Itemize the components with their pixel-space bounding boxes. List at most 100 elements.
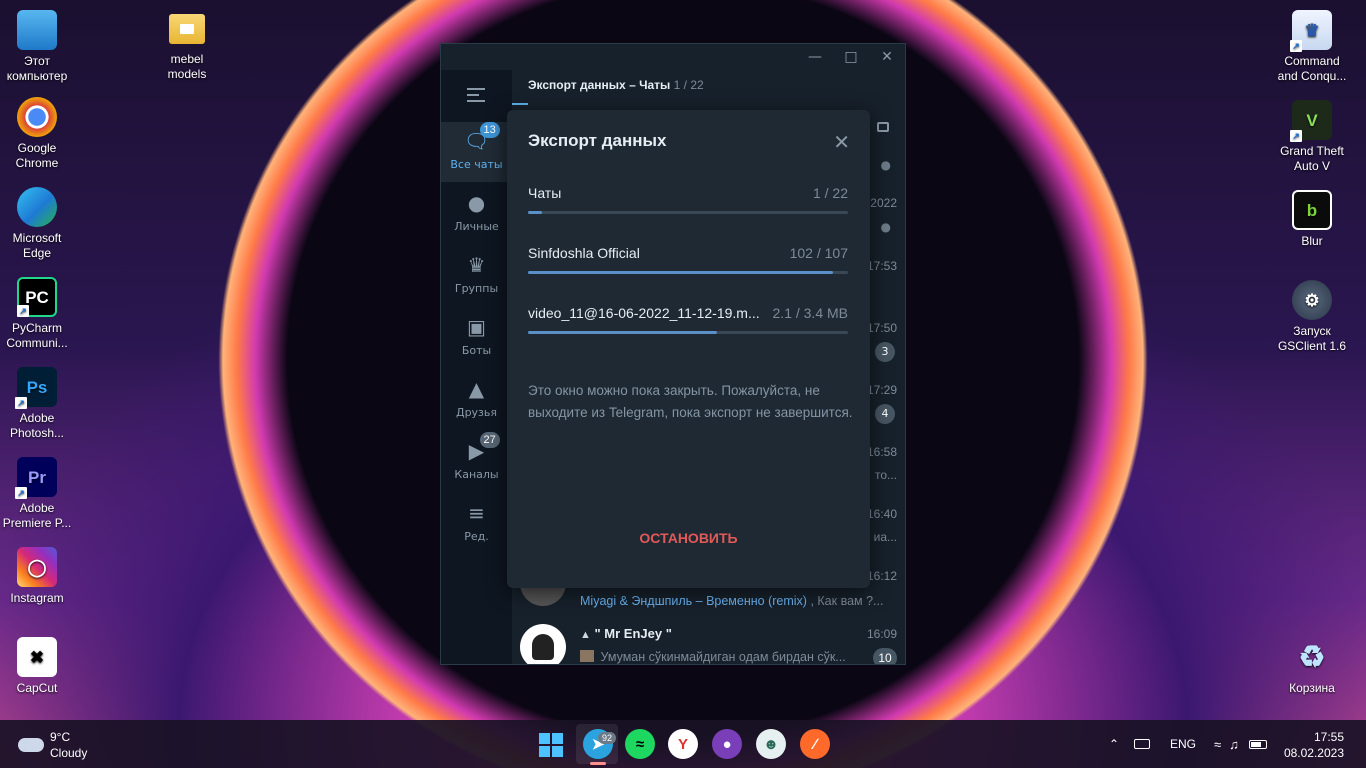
desktop-icon-monitor[interactable]: Этот компьютер	[0, 10, 74, 84]
menu-icon[interactable]	[467, 88, 485, 102]
folder-tab-4[interactable]: ▣ Боты	[441, 308, 512, 368]
desktop-icon-pycharm[interactable]: PC ↗ PyCharm Communi...	[0, 277, 74, 351]
minimize-button[interactable]: —	[797, 44, 833, 70]
command-conquer-icon: ♛ ↗	[1290, 10, 1332, 52]
chat-row-mr-enjey[interactable]: ▲ " Mr EnJey " 16:09 Умуман сўкинмайдига…	[512, 622, 905, 664]
chat-time: 2022	[870, 196, 897, 210]
keyboard-icon[interactable]	[1134, 739, 1150, 749]
spotify-icon[interactable]: ≈	[625, 729, 655, 759]
breadcrumb-title: Экспорт данных – Чаты	[528, 78, 671, 92]
export-breadcrumb[interactable]: Экспорт данных – Чаты 1 / 22	[528, 78, 704, 92]
progress-chats: Чаты 1 / 22	[528, 185, 848, 215]
shortcut-arrow-icon: ↗	[15, 487, 27, 499]
active-indicator	[590, 762, 606, 765]
desktop-icon-recycle-bin[interactable]: ♻ Корзина	[1275, 637, 1349, 696]
taskbar: 9°C Cloudy ➤ 92 ≈ Y ● ☻ ∕ ⌃ ENG ≈ ♫ 17:5…	[0, 720, 1366, 768]
dialog-title: Экспорт данных	[528, 131, 667, 150]
yandex-browser-icon[interactable]: Y	[668, 729, 698, 759]
progress-track	[528, 331, 848, 334]
chat-preview-text: Умуман сўкинмайдиган одам бирдан сўк...	[600, 650, 846, 664]
folders-rail: 🗨 13 Все чаты ● Личные ♛ Группы ▣ Боты ▲ Друзья ▶ 27…	[441, 70, 512, 664]
stop-button[interactable]: ОСТАНОВИТЬ	[507, 530, 870, 546]
bot-icon: ▣	[467, 315, 486, 339]
sliders-icon: ≡	[468, 501, 485, 525]
folder-tab-1[interactable]: 🗨 13 Все чаты	[441, 122, 512, 182]
clock[interactable]: 17:55 08.02.2023	[1284, 729, 1344, 761]
github-desktop-icon[interactable]: ●	[712, 729, 742, 759]
windows-start-icon[interactable]	[539, 733, 563, 757]
desktop-icon-gta[interactable]: V ↗ Grand Theft Auto V	[1275, 100, 1349, 174]
folder-tab-2[interactable]: ● Личные	[441, 184, 512, 244]
desktop-icon-photoshop[interactable]: Ps ↗ Adobe Photosh...	[0, 367, 74, 441]
maximize-button[interactable]: □	[833, 44, 869, 70]
language-indicator[interactable]: ENG	[1170, 737, 1196, 751]
desktop-icon-label: Instagram	[10, 591, 64, 605]
desktop-icon-capcut[interactable]: ✖ CapCut	[0, 637, 74, 696]
desktop-icon-premiere[interactable]: Pr ↗ Adobe Premiere P...	[0, 457, 74, 531]
folder-tab-label: Ред.	[464, 530, 489, 543]
folder-tab-label: Личные	[454, 220, 499, 233]
shortcut-arrow-icon: ↗	[1290, 130, 1302, 142]
lock-icon[interactable]	[877, 122, 889, 132]
crown-icon: ♛	[467, 253, 486, 277]
progress-fill	[528, 211, 543, 214]
unread-badge: 10	[873, 648, 897, 664]
cloud-icon	[18, 738, 44, 752]
close-window-button[interactable]: ✕	[869, 44, 905, 70]
desktop-icon-label: Корзина	[1289, 681, 1335, 695]
chat-snippet: то...	[874, 468, 897, 482]
progress-track	[528, 211, 848, 214]
chat-preview-text: , Как вам ?...	[810, 594, 884, 608]
desktop-icon-label: Google Chrome	[15, 141, 59, 170]
weather-temp: 9°C	[50, 730, 71, 744]
progress-value: 1 / 22	[812, 185, 848, 201]
folder-unread-badge: 27	[479, 432, 500, 448]
chat-time: 17:50	[866, 321, 897, 335]
blur-icon: b	[1292, 190, 1332, 230]
volume-icon[interactable]: ♫	[1229, 737, 1239, 752]
clock-date: 08.02.2023	[1283, 746, 1344, 760]
window-titlebar: — □ ✕	[441, 44, 905, 70]
weather-desc: Cloudy	[50, 746, 88, 760]
desktop-icon-label: Запуск GSClient 1.6	[1277, 324, 1347, 353]
pin-icon: ●	[880, 158, 891, 172]
shortcut-arrow-icon: ↗	[1290, 40, 1302, 52]
progress-file: video_11@16-06-2022_11-12-19.m... 2.1 / …	[528, 305, 848, 335]
desktop-icon-edge[interactable]: Microsoft Edge	[0, 187, 74, 261]
pin-icon: ●	[880, 220, 891, 234]
desktop-icon-label: Command and Conqu...	[1277, 54, 1347, 83]
desktop-icon-blur[interactable]: b Blur	[1275, 190, 1349, 249]
dialog-note: Это окно можно пока закрыть. Пожалуйста,…	[528, 383, 853, 420]
chat-time: 17:53	[866, 259, 897, 273]
desktop-icon-gsclient[interactable]: ⚙ Запуск GSClient 1.6	[1275, 280, 1349, 354]
desktop-icon-chrome[interactable]: Google Chrome	[0, 97, 74, 171]
desktop-icon-mebel-models[interactable]: mebel models	[150, 10, 224, 82]
chat-time: 17:29	[866, 383, 897, 397]
battery-icon[interactable]	[1248, 739, 1267, 749]
compass-app-icon[interactable]: ∕	[800, 729, 830, 759]
gsclient-icon[interactable]: ☻	[756, 729, 786, 759]
gsclient-icon: ⚙	[1292, 280, 1332, 320]
capcut-icon: ✖	[17, 637, 57, 677]
progress-value: 2.1 / 3.4 MB	[772, 305, 848, 321]
desktop-icon-label: mebel models	[167, 52, 207, 81]
wifi-icon[interactable]: ≈	[1214, 737, 1221, 752]
graduation-cap-icon: ▲	[468, 377, 485, 401]
megaphone-icon: ▲	[580, 629, 591, 641]
desktop-icon-label: Grand Theft Auto V	[1280, 144, 1344, 173]
desktop-icon-instagram[interactable]: ◯ Instagram	[0, 547, 74, 606]
folder-tab-6[interactable]: ▶ 27 Каналы	[441, 432, 512, 492]
progress-chat-current: Sinfdoshla Official 102 / 107	[528, 245, 848, 275]
desktop-icon-label: Adobe Photosh...	[9, 411, 65, 440]
folder-tab-7[interactable]: ≡ Ред.	[441, 494, 512, 554]
close-icon[interactable]: ✕	[833, 130, 850, 154]
desktop-icon-command-conquer[interactable]: ♛ ↗ Command and Conqu...	[1275, 10, 1349, 84]
desktop-icon-label: Adobe Premiere P...	[2, 501, 72, 530]
chevron-up-icon[interactable]: ⌃	[1104, 737, 1124, 751]
folder-tab-3[interactable]: ♛ Группы	[441, 246, 512, 306]
folder-tab-5[interactable]: ▲ Друзья	[441, 370, 512, 430]
system-tray: ⌃ ENG ≈ ♫	[1104, 720, 1267, 768]
folder-tab-label: Группы	[454, 282, 499, 295]
unread-badge: 3	[875, 342, 895, 362]
desktop-icon-label: PyCharm Communi...	[6, 321, 68, 350]
